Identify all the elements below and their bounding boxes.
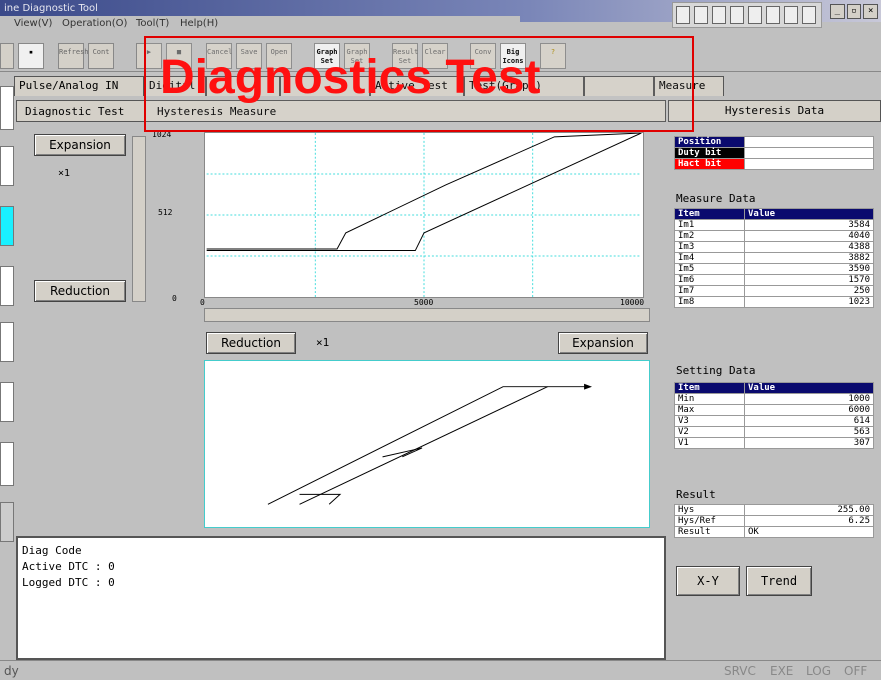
table-row: V3 614 — [674, 415, 874, 427]
left-strip — [0, 76, 16, 656]
active-dtc: Active DTC : 0 — [22, 560, 115, 573]
tab-pulse-analog[interactable]: Pulse/Analog IN — [14, 76, 144, 96]
tool-icon[interactable] — [802, 6, 816, 24]
hysteresis-data-header: Hysteresis Data — [668, 100, 881, 122]
setting-data-title: Setting Data — [676, 364, 756, 377]
hysteresis-data-panel: Hysteresis Data Position Duty bit Hact b… — [668, 100, 881, 660]
measure-data-title: Measure Data — [676, 192, 756, 205]
tool-icon[interactable] — [748, 6, 762, 24]
zoom-level: ×1 — [58, 168, 71, 179]
table-row: Im2 4040 — [674, 230, 874, 242]
xy-button[interactable]: X-Y — [676, 566, 740, 596]
bottom-reduction-button[interactable]: Reduction — [206, 332, 296, 354]
status-exe: EXE — [770, 664, 794, 678]
tool-icon[interactable] — [676, 6, 690, 24]
table-row: Result OK — [674, 526, 874, 538]
column-header: Item — [674, 208, 745, 220]
column-header: Value — [744, 208, 874, 220]
status-position: Position — [674, 136, 745, 148]
tool-icon[interactable] — [730, 6, 744, 24]
status-hact-bit: Hact bit — [674, 158, 745, 170]
table-row: Im3 4388 — [674, 241, 874, 253]
table-row: Im4 3882 — [674, 252, 874, 264]
y-tick-label: 512 — [158, 208, 173, 217]
result-title: Result — [676, 488, 716, 501]
cont-button[interactable]: Cont — [88, 43, 114, 69]
menu-operation[interactable]: Operation(O) — [62, 18, 127, 29]
menu-bar: View(V) Operation(O) Tool(T) Help(H) — [0, 16, 520, 34]
window-title: ine Diagnostic Tool — [4, 3, 98, 14]
hysteresis-line-chart — [204, 132, 644, 298]
x-tick-label: 0 — [200, 298, 205, 307]
side-item[interactable] — [0, 322, 14, 362]
status-table: Position Duty bit Hact bit — [674, 136, 874, 170]
bottom-zoom-level: ×1 — [316, 336, 330, 349]
x-tick-label: 5000 — [414, 298, 434, 307]
logged-dtc: Logged DTC : 0 — [22, 576, 115, 589]
toolbar-button[interactable] — [0, 43, 14, 69]
table-row: Im7 250 — [674, 285, 874, 297]
table-row: V1 307 — [674, 437, 874, 449]
vertical-scrollbar[interactable] — [132, 136, 146, 302]
tool-icon[interactable] — [712, 6, 726, 24]
side-item[interactable] — [0, 502, 14, 542]
plot-grid — [206, 133, 642, 297]
close-icon[interactable]: × — [863, 4, 879, 19]
table-row: Im1 3584 — [674, 219, 874, 231]
bottom-expansion-button[interactable]: Expansion — [558, 332, 648, 354]
status-off: OFF — [844, 664, 868, 678]
tool-icon[interactable] — [784, 6, 798, 24]
maximize-icon[interactable]: ▫ — [846, 4, 862, 19]
diag-code-panel: Diag Code Active DTC : 0 Logged DTC : 0 — [16, 536, 666, 660]
table-row: Hys 255.00 — [674, 504, 874, 516]
status-duty-bit: Duty bit — [674, 147, 745, 159]
column-header: Item — [674, 382, 745, 394]
y-axis: 1024 512 0 — [150, 130, 204, 310]
side-item[interactable] — [0, 146, 14, 186]
menu-tool[interactable]: Tool(T) — [136, 18, 169, 29]
table-row: Max 6000 — [674, 404, 874, 416]
diagnostics-test-title: Diagnostics Test — [160, 51, 541, 104]
trend-button[interactable]: Trend — [746, 566, 812, 596]
menu-help[interactable]: Help(H) — [180, 18, 218, 29]
table-row: Im5 3590 — [674, 263, 874, 275]
subtab-diagnostic-test[interactable]: Diagnostic Test — [25, 105, 124, 118]
setting-data-table: Item Value Min 1000 Max 6000 V3 614 V2 563 V1… — [674, 382, 874, 449]
side-item[interactable] — [0, 442, 14, 486]
column-header: Value — [744, 382, 874, 394]
tool-icon[interactable] — [766, 6, 780, 24]
x-tick-label: 10000 — [620, 298, 645, 307]
table-row: V2 563 — [674, 426, 874, 438]
window-controls: _ ▫ × — [830, 4, 879, 22]
status-bar: dy SRVC EXE LOG OFF — [0, 660, 881, 680]
tool-icon[interactable] — [694, 6, 708, 24]
diag-code-label: Diag Code — [22, 544, 82, 557]
y-tick-label: 0 — [172, 294, 177, 303]
table-row: Hys/Ref 6.25 — [674, 515, 874, 527]
side-item[interactable] — [0, 382, 14, 422]
status-log: LOG — [806, 664, 832, 678]
menu-view[interactable]: View(V) — [14, 18, 52, 29]
refresh-button[interactable]: Refresh — [58, 43, 89, 69]
measure-data-table: Item Value Im1 3584 Im2 4040 Im3 4388 Im4 388… — [674, 208, 874, 308]
status-text: dy — [4, 664, 19, 678]
result-table: Hys 255.00 Hys/Ref 6.25 Result OK — [674, 504, 874, 538]
horizontal-scrollbar[interactable] — [204, 308, 650, 322]
side-item[interactable] — [0, 266, 14, 306]
xy-hysteresis-plot — [204, 360, 650, 528]
side-item-active[interactable] — [0, 206, 14, 246]
table-row: Im6 1570 — [674, 274, 874, 286]
table-row: Im8 1023 — [674, 296, 874, 308]
system-icons — [672, 2, 822, 28]
table-row: Min 1000 — [674, 393, 874, 405]
reduction-button[interactable]: Reduction — [34, 280, 126, 302]
status-srvc: SRVC — [724, 664, 756, 678]
save-icon[interactable]: ▪ — [18, 43, 44, 69]
expansion-button[interactable]: Expansion — [34, 134, 126, 156]
minimize-icon[interactable]: _ — [830, 4, 845, 19]
side-item[interactable] — [0, 86, 14, 130]
